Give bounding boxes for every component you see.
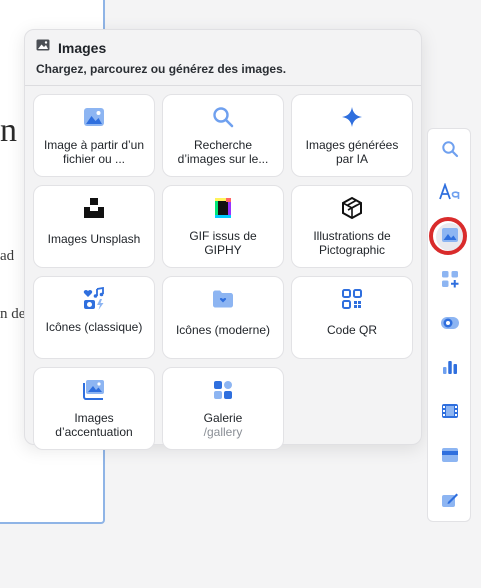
tile-gallery[interactable]: Galerie /gallery bbox=[162, 367, 284, 450]
image-icon bbox=[36, 38, 50, 57]
tile-label: Galerie bbox=[203, 411, 243, 425]
image-icon bbox=[441, 227, 459, 248]
add-block-icon bbox=[441, 270, 459, 293]
tile-giphy[interactable]: GIF issus de GIPHY bbox=[162, 185, 284, 268]
tile-label: Image à partir d’un fichier ou ... bbox=[43, 138, 145, 166]
popover-subtitle: Chargez, parcourez ou générez des images… bbox=[36, 62, 287, 76]
toggle-icon bbox=[440, 316, 460, 335]
accent-images-icon bbox=[82, 378, 106, 402]
gallery-icon bbox=[211, 378, 235, 402]
images-popover: Images Chargez, parcourez ou générez des… bbox=[24, 29, 422, 450]
image-upload-icon bbox=[82, 105, 106, 129]
tile-label: Recherche d’images sur le... bbox=[177, 138, 269, 166]
toolbar-video-button[interactable] bbox=[436, 399, 464, 427]
search-icon bbox=[211, 105, 235, 129]
edit-form-icon bbox=[441, 490, 459, 513]
chart-icon bbox=[442, 359, 458, 380]
video-icon bbox=[441, 403, 459, 424]
pictographic-icon bbox=[340, 196, 364, 220]
giphy-icon bbox=[211, 196, 235, 220]
toolbar-search-button[interactable] bbox=[436, 137, 464, 165]
right-toolbar bbox=[427, 128, 471, 522]
toolbar-chart-button[interactable] bbox=[436, 355, 464, 383]
search-icon bbox=[441, 140, 459, 163]
toolbar-text-button[interactable] bbox=[436, 180, 464, 208]
image-source-grid: Image à partir d’un fichier ou ... Reche… bbox=[33, 94, 413, 450]
card-icon bbox=[441, 447, 459, 468]
sparkle-icon bbox=[340, 105, 364, 129]
tile-label: Icônes (classique) bbox=[45, 320, 143, 334]
toolbar-image-button[interactable] bbox=[436, 223, 464, 251]
unsplash-icon bbox=[82, 196, 106, 220]
tile-label: GIF issus de GIPHY bbox=[189, 229, 257, 257]
toolbar-edit-form-button[interactable] bbox=[436, 487, 464, 515]
modern-icons-icon bbox=[211, 287, 235, 311]
tile-modern-icons[interactable]: Icônes (moderne) bbox=[162, 276, 284, 359]
tile-image-upload[interactable]: Image à partir d’un fichier ou ... bbox=[33, 94, 155, 177]
tile-classic-icons[interactable]: Icônes (classique) bbox=[33, 276, 155, 359]
tile-image-search[interactable]: Recherche d’images sur le... bbox=[162, 94, 284, 177]
tile-unsplash[interactable]: Images Unsplash bbox=[33, 185, 155, 268]
popover-header: Images Chargez, parcourez ou générez des… bbox=[36, 38, 411, 76]
toolbar-toggle-button[interactable] bbox=[436, 311, 464, 339]
tile-label: Code QR bbox=[326, 323, 378, 337]
popover-title: Images bbox=[58, 39, 107, 56]
tile-qr-code[interactable]: Code QR bbox=[291, 276, 413, 359]
tile-sublabel: /gallery bbox=[203, 425, 243, 439]
classic-icons-icon bbox=[82, 287, 106, 311]
tile-label: Illustrations de Pictographic bbox=[313, 229, 391, 257]
tile-label: Images Unsplash bbox=[47, 232, 141, 246]
tile-label: Images d’accentuation bbox=[55, 411, 133, 439]
doc-text-fragment: n de bbox=[0, 306, 26, 322]
tile-pictographic[interactable]: Illustrations de Pictographic bbox=[291, 185, 413, 268]
doc-text-fragment: ad bbox=[0, 248, 15, 264]
text-icon bbox=[439, 181, 461, 206]
doc-heading-fragment: n bbox=[0, 112, 17, 149]
tile-ai-images[interactable]: Images générées par IA bbox=[291, 94, 413, 177]
qr-code-icon bbox=[340, 287, 364, 311]
toolbar-add-block-button[interactable] bbox=[436, 267, 464, 295]
divider bbox=[25, 85, 421, 86]
tile-accent-images[interactable]: Images d’accentuation bbox=[33, 367, 155, 450]
tile-label: Images générées par IA bbox=[305, 138, 399, 166]
tile-label: Icônes (moderne) bbox=[175, 323, 271, 337]
toolbar-card-button[interactable] bbox=[436, 443, 464, 471]
